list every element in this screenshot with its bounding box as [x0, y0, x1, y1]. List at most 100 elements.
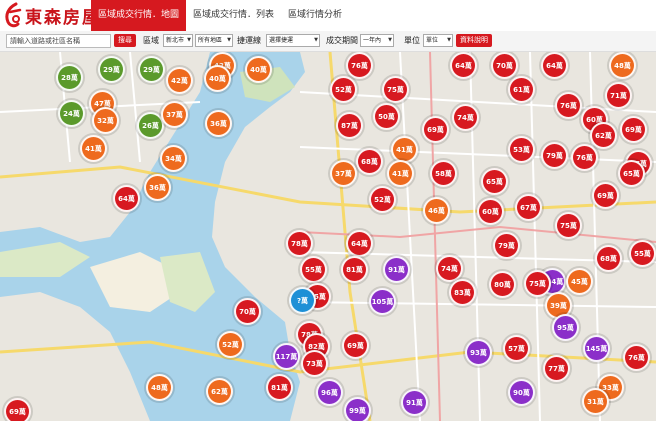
- price-marker[interactable]: 24萬: [58, 100, 85, 127]
- price-marker[interactable]: 36萬: [205, 110, 232, 137]
- price-marker[interactable]: 69萬: [4, 398, 31, 421]
- price-marker[interactable]: 28萬: [56, 64, 83, 91]
- price-marker[interactable]: 76萬: [571, 144, 598, 171]
- price-marker[interactable]: 64萬: [346, 230, 373, 257]
- price-marker[interactable]: 53萬: [508, 136, 535, 163]
- price-marker[interactable]: 80萬: [489, 271, 516, 298]
- price-marker[interactable]: 87萬: [336, 112, 363, 139]
- price-marker[interactable]: 69萬: [620, 116, 647, 143]
- price-marker[interactable]: 64萬: [450, 52, 477, 79]
- price-marker[interactable]: 69萬: [422, 116, 449, 143]
- price-marker[interactable]: 95萬: [552, 314, 579, 341]
- price-marker[interactable]: 68萬: [356, 148, 383, 175]
- filter-bar: 請輸入道路或社區名稱 搜尋 區域 新北市 ▼ 所有地區 ▼ 捷運線 選擇捷運 ▼ 成交…: [0, 31, 656, 52]
- price-marker[interactable]: 70萬: [234, 298, 261, 325]
- price-marker[interactable]: 34萬: [160, 145, 187, 172]
- price-marker[interactable]: 40萬: [204, 65, 231, 92]
- price-marker[interactable]: 99萬: [344, 397, 371, 421]
- price-marker[interactable]: 64萬: [113, 185, 140, 212]
- price-marker[interactable]: 26萬: [137, 112, 164, 139]
- price-marker[interactable]: 83萬: [449, 279, 476, 306]
- price-marker[interactable]: 31萬: [582, 388, 609, 415]
- price-marker[interactable]: 93萬: [465, 339, 492, 366]
- price-marker[interactable]: 65萬: [481, 168, 508, 195]
- price-marker[interactable]: 36萬: [144, 174, 171, 201]
- price-marker[interactable]: 78萬: [286, 230, 313, 257]
- price-marker[interactable]: 45萬: [566, 268, 593, 295]
- price-marker[interactable]: 76萬: [555, 92, 582, 119]
- data-info-button[interactable]: 資料說明: [456, 34, 492, 47]
- price-marker[interactable]: ?萬: [289, 287, 316, 314]
- price-marker[interactable]: 48萬: [146, 374, 173, 401]
- price-marker[interactable]: 46萬: [423, 197, 450, 224]
- brand-logo[interactable]: 東森房屋: [2, 1, 101, 29]
- price-marker[interactable]: 75萬: [524, 270, 551, 297]
- price-marker[interactable]: 62萬: [590, 122, 617, 149]
- price-marker[interactable]: 60萬: [477, 198, 504, 225]
- district-select[interactable]: 所有地區 ▼: [195, 34, 233, 47]
- price-marker[interactable]: 70萬: [491, 52, 518, 79]
- price-marker[interactable]: 48萬: [609, 52, 636, 79]
- tab-analysis[interactable]: 區域行情分析: [281, 0, 349, 31]
- price-marker[interactable]: 75萬: [555, 212, 582, 239]
- price-marker[interactable]: 50萬: [373, 103, 400, 130]
- tab-list[interactable]: 區域成交行情．列表: [186, 0, 281, 31]
- price-marker[interactable]: 41萬: [80, 135, 107, 162]
- price-marker[interactable]: 52萬: [369, 186, 396, 213]
- price-marker[interactable]: 69萬: [592, 182, 619, 209]
- period-select-value: 一年內: [363, 37, 382, 44]
- price-marker[interactable]: 62萬: [206, 378, 233, 405]
- price-marker[interactable]: 96萬: [316, 379, 343, 406]
- price-marker[interactable]: 91萬: [383, 256, 410, 283]
- price-marker[interactable]: 81萬: [266, 374, 293, 401]
- price-marker[interactable]: 58萬: [430, 160, 457, 187]
- price-marker[interactable]: 73萬: [301, 350, 328, 377]
- price-marker[interactable]: 29萬: [138, 56, 165, 83]
- price-marker[interactable]: 32萬: [92, 107, 119, 134]
- price-marker[interactable]: 145萬: [583, 335, 610, 362]
- price-marker[interactable]: 52萬: [217, 331, 244, 358]
- chevron-down-icon: ▼: [187, 37, 191, 43]
- tab-map[interactable]: 區域成交行情．地圖: [91, 0, 187, 31]
- price-marker[interactable]: 64萬: [541, 52, 568, 79]
- price-marker[interactable]: 79萬: [493, 232, 520, 259]
- price-marker[interactable]: 29萬: [98, 56, 125, 83]
- price-marker[interactable]: 74萬: [452, 104, 479, 131]
- price-marker[interactable]: 67萬: [515, 194, 542, 221]
- price-marker[interactable]: 55萬: [300, 256, 327, 283]
- price-marker[interactable]: 69萬: [342, 332, 369, 359]
- price-marker[interactable]: 37萬: [161, 101, 188, 128]
- price-marker[interactable]: 81萬: [341, 256, 368, 283]
- price-marker[interactable]: 41萬: [387, 160, 414, 187]
- price-marker[interactable]: 74萬: [436, 255, 463, 282]
- search-button[interactable]: 搜尋: [114, 34, 136, 47]
- price-marker[interactable]: 71萬: [605, 82, 632, 109]
- price-map[interactable]: 29萬29萬28萬24萬26萬42萬42萬40萬47萬40萬37萬32萬36萬4…: [0, 52, 656, 421]
- price-marker[interactable]: 79萬: [541, 142, 568, 169]
- price-marker[interactable]: 52萬: [330, 76, 357, 103]
- price-marker[interactable]: 61萬: [508, 76, 535, 103]
- price-marker[interactable]: 117萬: [273, 343, 300, 370]
- price-marker[interactable]: 76萬: [346, 52, 373, 79]
- price-marker[interactable]: 90萬: [508, 379, 535, 406]
- price-marker[interactable]: 65萬: [618, 160, 645, 187]
- mrt-label: 捷運線: [237, 36, 261, 45]
- city-select[interactable]: 新北市 ▼: [163, 34, 193, 47]
- price-marker[interactable]: 40萬: [245, 56, 272, 83]
- price-marker[interactable]: 75萬: [382, 76, 409, 103]
- price-marker[interactable]: 41萬: [391, 136, 418, 163]
- price-marker[interactable]: 42萬: [166, 67, 193, 94]
- price-marker[interactable]: 76萬: [623, 344, 650, 371]
- price-marker[interactable]: 57萬: [503, 335, 530, 362]
- price-marker[interactable]: 37萬: [330, 160, 357, 187]
- mrt-select[interactable]: 選擇捷運 ▼: [266, 34, 320, 47]
- price-marker[interactable]: 105萬: [369, 288, 396, 315]
- price-marker[interactable]: 91萬: [401, 389, 428, 416]
- unit-select[interactable]: 單位 ▼: [423, 34, 453, 47]
- brand-name: 東森房屋: [25, 7, 101, 28]
- price-marker[interactable]: 55萬: [629, 240, 656, 267]
- search-input[interactable]: 請輸入道路或社區名稱: [6, 34, 111, 48]
- price-marker[interactable]: 77萬: [543, 355, 570, 382]
- price-marker[interactable]: 68萬: [595, 245, 622, 272]
- period-select[interactable]: 一年內 ▼: [360, 34, 394, 47]
